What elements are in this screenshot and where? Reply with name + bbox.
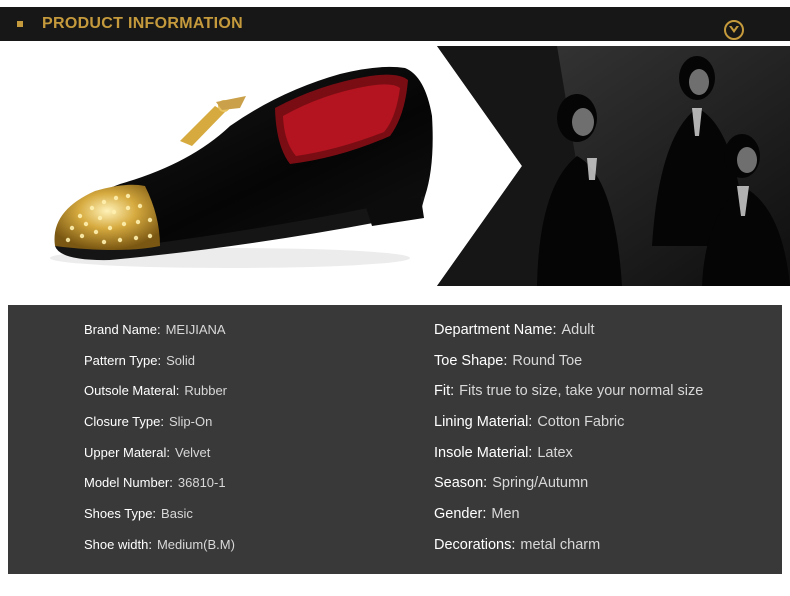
spec-value: MEIJIANA — [165, 322, 226, 337]
spec-label: Upper Materal: — [84, 444, 170, 460]
spec-row-shoes-type: Shoes Type: Basic — [84, 501, 235, 532]
spec-row-season: Season: Spring/Autumn — [434, 470, 703, 501]
product-photos — [0, 46, 790, 286]
spec-value: Slip-On — [168, 414, 213, 430]
spec-value: Adult — [561, 322, 595, 338]
chevron-down-icon[interactable] — [724, 20, 744, 40]
spec-label: Model Number: — [84, 475, 173, 491]
spec-label: Shoe width: — [84, 536, 152, 552]
spec-value: Spring/Autumn — [492, 475, 589, 492]
spec-row-decorations: Decorations: metal charm — [434, 532, 703, 563]
spec-label: Gender: — [434, 506, 487, 523]
spec-label: Insole Material: — [434, 444, 533, 461]
spec-row-gender: Gender: Men — [434, 501, 703, 532]
spec-row-toe-shape: Toe Shape: Round Toe — [434, 348, 703, 379]
spec-label: Pattern Type: — [84, 352, 162, 368]
spec-row-fit: Fit: Fits true to size, take your normal … — [434, 378, 703, 409]
spec-row-shoe-width: Shoe width: Medium(B.M) — [84, 532, 235, 563]
spec-label: Shoes Type: — [84, 506, 157, 522]
men-in-suits-photo — [437, 46, 790, 286]
spec-row-model: Model Number: 36810-1 — [84, 470, 235, 501]
spec-label: Fit: — [434, 383, 455, 400]
specs-column-left: Brand Name: MEIJIANA Pattern Type: Solid O… — [84, 317, 235, 563]
spec-row-brand: Brand Name: MEIJIANA — [84, 317, 235, 348]
spec-label: Lining Material: — [434, 414, 533, 431]
product-specs-panel: Brand Name: MEIJIANA Pattern Type: Solid O… — [8, 305, 782, 574]
spec-row-lining: Lining Material: Cotton Fabric — [434, 409, 703, 440]
spec-row-pattern: Pattern Type: Solid — [84, 348, 235, 379]
spec-row-closure: Closure Type: Slip-On — [84, 409, 235, 440]
spec-row-department: Department Name: Adult — [434, 317, 703, 348]
spec-label: Toe Shape: — [434, 352, 508, 369]
spec-value: Round Toe — [512, 352, 583, 369]
spec-value: metal charm — [520, 536, 601, 553]
section-header: PRODUCT INFORMATION — [0, 7, 790, 41]
spec-label: Season: — [434, 475, 488, 492]
spec-row-insole: Insole Material: Latex — [434, 440, 703, 471]
spec-value: Rubber — [184, 383, 228, 399]
spec-label: Outsole Materal: — [84, 383, 180, 399]
spec-value: Basic — [161, 506, 193, 522]
specs-column-right: Department Name: Adult Toe Shape: Round To… — [434, 317, 703, 563]
spec-value: Medium(B.M) — [156, 536, 235, 552]
spec-value: Solid — [166, 352, 196, 368]
spec-label: Closure Type: — [84, 414, 164, 430]
spec-value: Velvet — [174, 444, 211, 460]
spec-value: Cotton Fabric — [537, 414, 625, 431]
spec-row-outsole: Outsole Materal: Rubber — [84, 378, 235, 409]
spec-value: Fits true to size, take your normal size — [459, 383, 704, 400]
spec-value: 36810-1 — [177, 475, 226, 491]
spec-label: Department Name: — [434, 322, 557, 338]
spec-label: Decorations: — [434, 536, 516, 553]
shoe-photo — [0, 46, 500, 286]
section-title: PRODUCT INFORMATION — [42, 15, 243, 32]
spec-value: Latex — [537, 444, 573, 461]
spec-row-upper: Upper Materal: Velvet — [84, 440, 235, 471]
spec-value: Men — [491, 506, 520, 523]
header-bullet — [17, 21, 23, 27]
spec-label: Brand Name: — [84, 322, 161, 337]
